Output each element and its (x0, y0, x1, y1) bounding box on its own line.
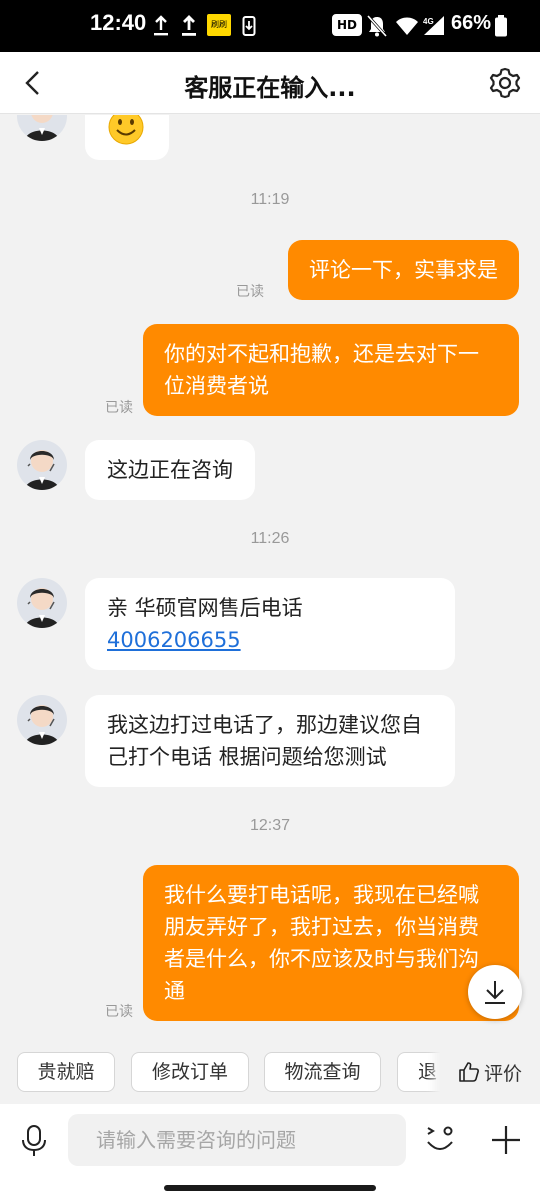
svg-text:4G: 4G (423, 17, 434, 26)
mute-bell-icon (366, 14, 388, 38)
read-receipt: 已读 (105, 1004, 133, 1020)
read-receipt: 已读 (236, 284, 264, 300)
sim-download-icon (242, 16, 256, 36)
page-title: 客服正在输入... (184, 74, 356, 102)
read-receipt: 已读 (105, 400, 133, 416)
upload-icon (154, 15, 168, 36)
cellular-signal-icon: 4G (423, 16, 444, 35)
phone-number-link[interactable]: 4006206655 (107, 624, 433, 656)
emoji-face-icon (427, 1126, 453, 1150)
download-arrow-icon (485, 981, 505, 1004)
quick-action-chip[interactable]: 贵就赔 (17, 1052, 115, 1092)
wifi-icon (396, 17, 418, 35)
agent-avatar (17, 440, 67, 490)
input-bar (0, 1104, 540, 1176)
status-time: 12:40 (90, 10, 147, 35)
user-message[interactable]: 我什么要打电话呢，我现在已经喊朋友弄好了，我打过去，你当消费者是什么，你不应该及… (143, 865, 519, 1021)
status-bar: 12:40 刷刷 HD 4G 66% (0, 0, 540, 52)
more-options-button[interactable] (486, 1120, 526, 1160)
quick-actions-bar: 贵就赔 修改订单 物流查询 退 评价 (0, 1040, 540, 1104)
agent-message[interactable]: 亲 华硕官网售后电话 4006206655 (85, 578, 455, 670)
rate-label: 评价 (483, 1062, 522, 1085)
timestamp: 11:26 (250, 530, 290, 547)
plus-icon (492, 1126, 520, 1154)
timestamp: 12:37 (249, 817, 291, 834)
smiley-emoji-icon (108, 115, 144, 145)
settings-button[interactable] (488, 66, 522, 100)
chat-header: 客服正在输入... (0, 52, 540, 114)
rate-button[interactable]: 评价 (440, 1040, 540, 1104)
user-message[interactable]: 你的对不起和抱歉，还是去对下一位消费者说 (143, 324, 519, 416)
gear-icon (489, 67, 521, 99)
voice-input-button[interactable] (14, 1120, 54, 1160)
system-nav-bar (0, 1176, 540, 1200)
thumbs-up-icon (459, 1062, 479, 1082)
agent-avatar (17, 115, 67, 141)
hd-voice-badge: HD (332, 14, 363, 36)
emoji-message (85, 115, 169, 160)
timestamp: 11:19 (250, 191, 290, 208)
quick-action-chip[interactable]: 修改订单 (131, 1052, 249, 1092)
agent-avatar (17, 578, 67, 628)
agent-message[interactable]: 这边正在咨询 (85, 440, 255, 500)
upload-icon-2 (182, 15, 196, 36)
emoji-button[interactable] (420, 1120, 460, 1160)
message-text: 亲 华硕官网售后电话 (107, 596, 303, 620)
chat-messages[interactable]: 11:19 评论一下，实事求是 已读 你的对不起和抱歉，还是去对下一位消费者说 … (0, 115, 540, 1040)
quick-action-chip[interactable]: 物流查询 (264, 1052, 381, 1092)
app-notification-icon: 刷刷 (207, 14, 231, 36)
microphone-icon (22, 1125, 46, 1156)
home-gesture-handle[interactable] (164, 1185, 376, 1191)
agent-message[interactable]: 我这边打过电话了，那边建议您自己打个电话 根据问题给您测试 (85, 695, 455, 787)
battery-percent: 66% (451, 12, 492, 34)
agent-avatar (17, 695, 67, 745)
message-input[interactable] (68, 1114, 406, 1166)
user-message[interactable]: 评论一下，实事求是 (288, 240, 519, 300)
scroll-to-bottom-button[interactable] (468, 965, 522, 1019)
battery-icon (495, 15, 507, 37)
